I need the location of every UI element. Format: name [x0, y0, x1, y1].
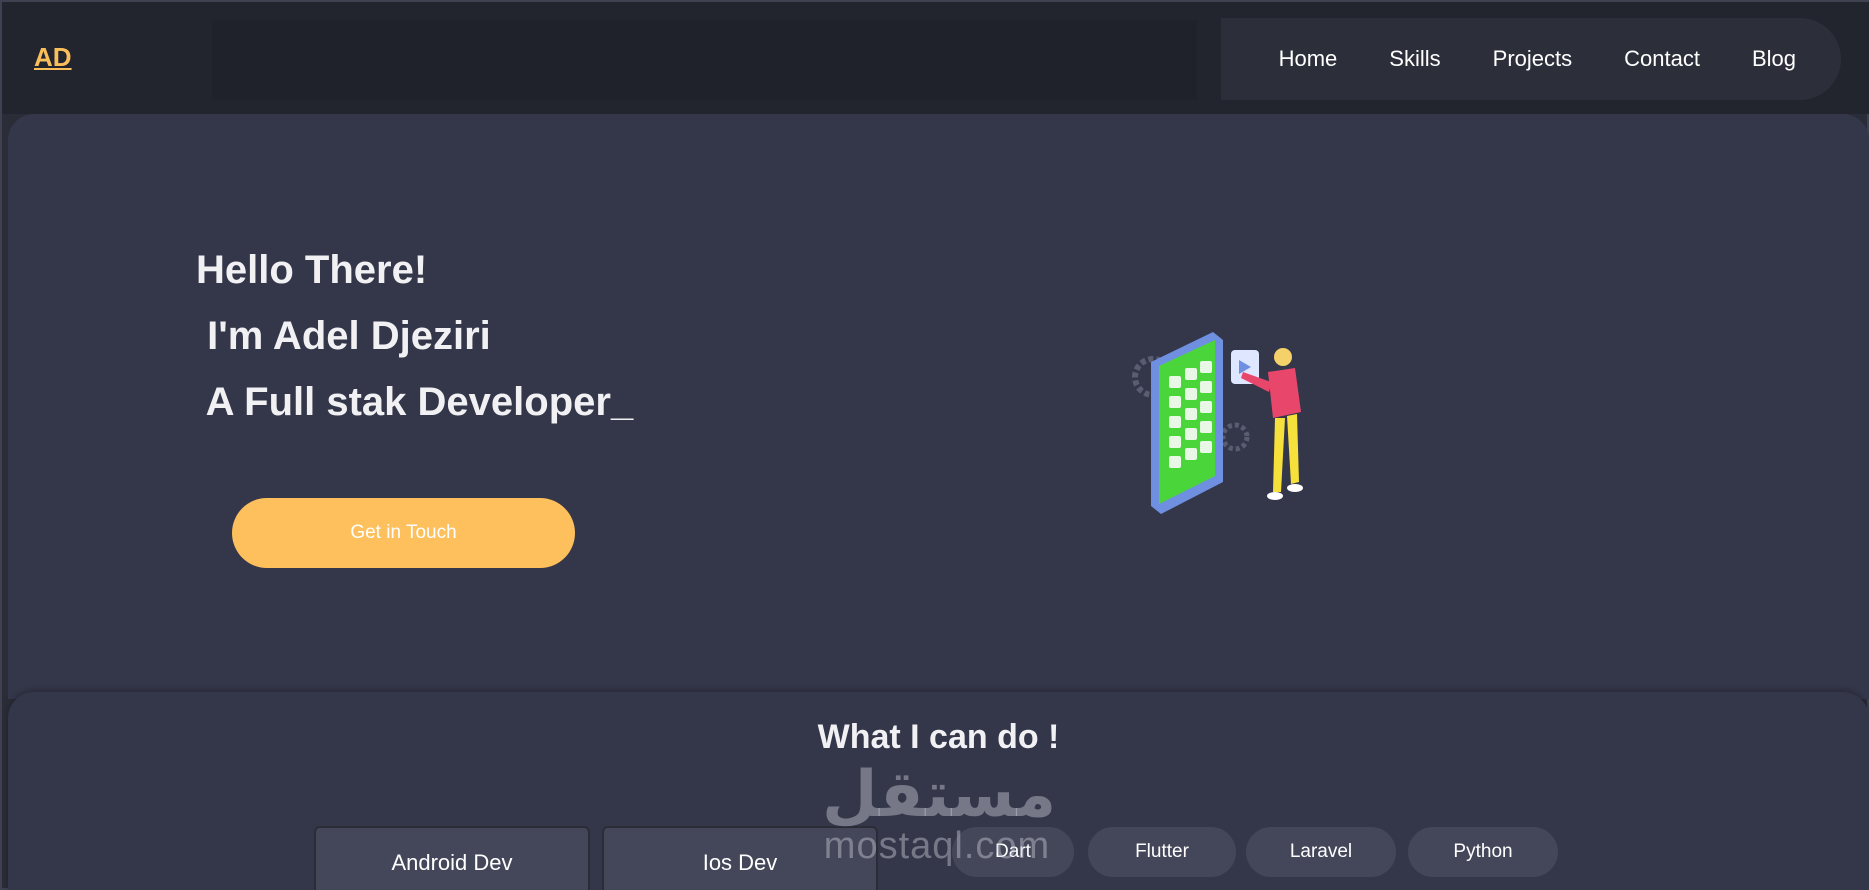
developer-with-phone-illustration-icon	[1132, 332, 1303, 514]
tab-android-dev[interactable]: Android Dev	[314, 826, 590, 890]
hero-role: A Full stak Developer_	[196, 380, 634, 424]
skills-title: What I can do !	[817, 718, 1060, 756]
skill-chip-flutter[interactable]: Flutter	[1088, 827, 1236, 877]
navbar: AD Home Skills Projects Contact Blog	[2, 2, 1869, 114]
get-in-touch-button[interactable]: Get in Touch	[232, 498, 575, 568]
tab-ios-dev[interactable]: Ios Dev	[602, 826, 878, 890]
skill-chip-dart[interactable]: Dart	[952, 827, 1074, 877]
logo-link[interactable]: AD	[34, 42, 72, 73]
skills-section: What I can do ! Android Dev Ios Dev Dart…	[8, 692, 1869, 890]
skill-chip-python[interactable]: Python	[1408, 827, 1558, 877]
nav-link-skills[interactable]: Skills	[1389, 46, 1440, 72]
nav-link-projects[interactable]: Projects	[1493, 46, 1572, 72]
nav-link-blog[interactable]: Blog	[1752, 46, 1796, 72]
nav-link-contact[interactable]: Contact	[1624, 46, 1700, 72]
navbar-background-panel	[212, 20, 1197, 100]
nav-links: Home Skills Projects Contact Blog	[1227, 46, 1796, 72]
hero-section: Hello There! I'm Adel Djeziri A Full sta…	[8, 114, 1869, 699]
nav-link-home[interactable]: Home	[1279, 46, 1338, 72]
hero-greeting: Hello There!	[196, 248, 428, 292]
page: AD Home Skills Projects Contact Blog Hel…	[0, 0, 1869, 890]
hero-name: I'm Adel Djeziri	[196, 314, 491, 358]
skill-chip-laravel[interactable]: Laravel	[1246, 827, 1396, 877]
